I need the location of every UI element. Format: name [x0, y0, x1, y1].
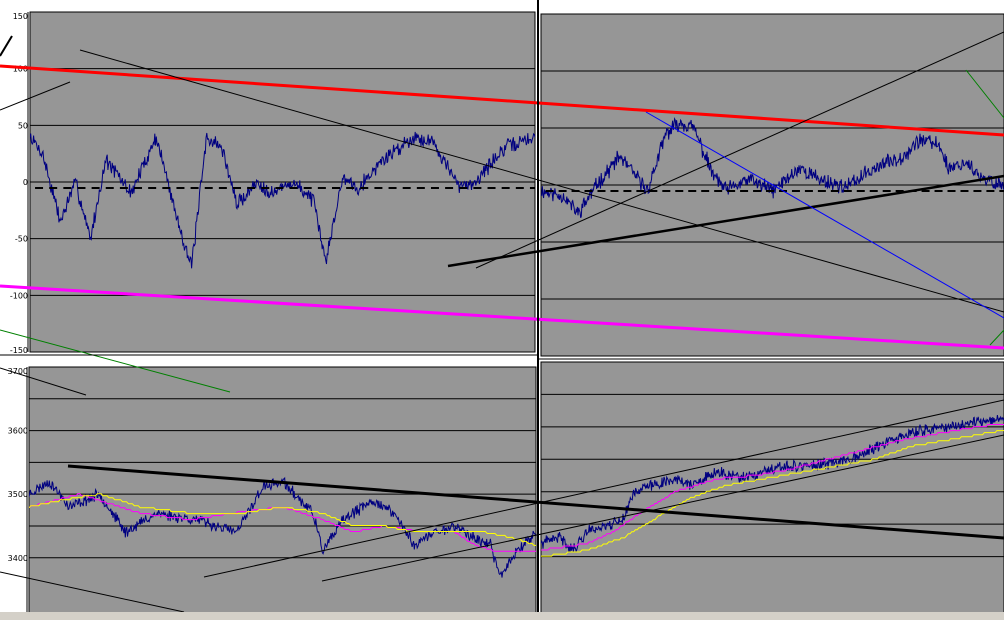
x-tick-label: [843, 190, 852, 192]
x-tick-label: [416, 187, 425, 189]
x-tick-label: [473, 187, 482, 189]
x-tick-label: [134, 187, 143, 189]
x-tick-label: [388, 187, 397, 189]
x-tick-label: [233, 187, 242, 189]
y-tick-label: 3600: [8, 427, 28, 436]
x-tick-label: [63, 187, 72, 189]
x-tick-label: [610, 190, 619, 192]
x-tick-label: [275, 187, 284, 189]
x-tick-label: [973, 190, 982, 192]
plot-area-bottom-right: [540, 361, 1004, 616]
x-tick-label: [688, 190, 697, 192]
x-tick-label: [317, 187, 326, 189]
y-tick-label: 0: [23, 178, 28, 187]
x-tick-label: [459, 187, 468, 189]
x-tick-label: [190, 187, 199, 189]
chart-panel-top-left: [29, 11, 536, 353]
chart-panel-bottom-left: [28, 366, 537, 616]
x-tick-label: [119, 187, 128, 189]
x-tick-label: [218, 187, 227, 189]
x-tick-label: [430, 187, 439, 189]
x-tick-label: [529, 187, 535, 189]
x-tick-label: [289, 187, 298, 189]
x-tick-label: [856, 190, 865, 192]
x-tick-label: [303, 187, 312, 189]
x-tick-label: [35, 187, 44, 189]
x-tick-label: [623, 190, 632, 192]
x-tick-label: [487, 187, 496, 189]
chart-canvas: 150 100 50 0 -50 -100 -150 3700 3600 3500 3400: [0, 0, 1004, 620]
x-tick-label: [830, 190, 839, 192]
x-tick-label: [727, 190, 736, 192]
x-tick-label: [740, 190, 749, 192]
y-tick-label: -50: [15, 235, 28, 244]
x-tick-label: [753, 190, 762, 192]
x-tick-label: [105, 187, 114, 189]
x-tick-label: [77, 187, 86, 189]
x-tick-label: [374, 187, 383, 189]
x-tick-label: [662, 190, 671, 192]
x-tick-label: [934, 190, 943, 192]
y-tick-label: 3400: [8, 554, 28, 563]
x-tick-label: [162, 187, 171, 189]
y-tick-label: -100: [10, 291, 28, 300]
x-tick-label: [804, 190, 813, 192]
chart-svg: 150100500-50-100-1503700360035003400: [0, 0, 1004, 620]
x-tick-label: [402, 187, 411, 189]
x-tick-label: [960, 190, 969, 192]
x-tick-label: [701, 190, 710, 192]
x-tick-label: [986, 190, 995, 192]
x-tick-label: [49, 187, 58, 189]
x-tick-label: [636, 190, 645, 192]
x-tick-label: [558, 190, 567, 192]
x-tick-label: [675, 190, 684, 192]
x-tick-label: [766, 190, 775, 192]
x-tick-label: [247, 187, 256, 189]
x-tick-label: [515, 187, 524, 189]
trend-line: [0, 35, 13, 57]
x-tick-label: [204, 187, 213, 189]
x-tick-label: [791, 190, 800, 192]
x-tick-label: [882, 190, 891, 192]
x-tick-label: [91, 187, 100, 189]
x-tick-label: [999, 190, 1004, 192]
x-tick-label: [869, 190, 878, 192]
y-tick-label: 3500: [8, 490, 28, 499]
chart-panel-bottom-right: [540, 361, 1004, 616]
x-tick-label: [501, 187, 510, 189]
x-tick-label: [445, 187, 454, 189]
x-tick-label: [584, 190, 593, 192]
x-tick-label: [545, 190, 554, 192]
x-tick-label: [346, 187, 355, 189]
x-tick-label: [360, 187, 369, 189]
x-tick-label: [148, 187, 157, 189]
y-tick-label: -150: [10, 346, 28, 355]
x-tick-label: [176, 187, 185, 189]
y-tick-label: 150: [13, 12, 28, 21]
x-tick-label: [817, 190, 826, 192]
x-tick-label: [947, 190, 956, 192]
x-tick-label: [331, 187, 340, 189]
x-tick-label: [597, 190, 606, 192]
x-tick-label: [261, 187, 270, 189]
window-bottom-strip: [0, 612, 1004, 620]
y-tick-label: 50: [18, 121, 28, 130]
x-tick-label: [714, 190, 723, 192]
plot-area-bottom-left: [28, 366, 537, 616]
